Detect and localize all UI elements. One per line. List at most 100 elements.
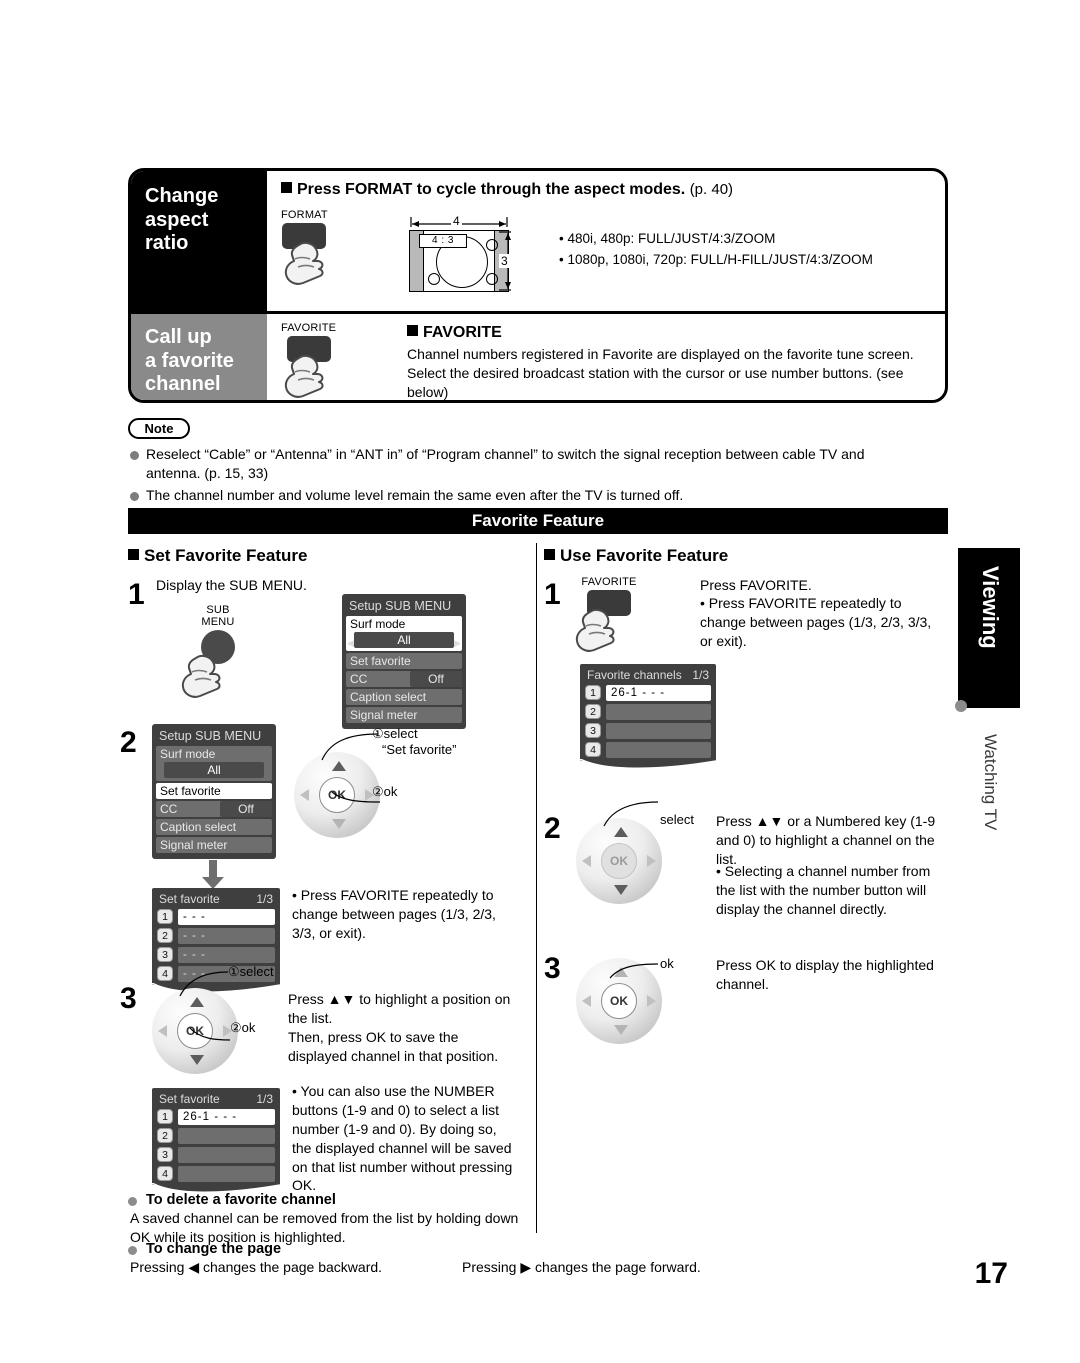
favlist-row[interactable]: 4 xyxy=(157,1166,275,1182)
favlist-row-value: - - - xyxy=(178,909,275,925)
aspect-heading: Press FORMAT to cycle through the aspect… xyxy=(281,181,733,199)
favlist-row[interactable]: 1 26-1 - - - xyxy=(585,685,711,701)
menu-item-label: Set favorite xyxy=(350,654,411,668)
favlist-title-text: Favorite channels xyxy=(587,668,682,682)
callout-leader-line xyxy=(602,796,660,833)
side-tab-subtitle: Watching TV xyxy=(981,734,1000,831)
favlist-row[interactable]: 2 xyxy=(157,1128,275,1144)
section-banner: Favorite Feature xyxy=(128,508,948,534)
left-step2-callout-ok: ②ok xyxy=(372,784,398,799)
left-step2-callout-select: ①select xyxy=(372,726,418,741)
height-dimension-label: 3 xyxy=(499,254,510,268)
aspect-ratio-row: Change aspect ratio Press FORMAT to cycl… xyxy=(131,171,945,311)
set-favorite-heading-text: Set Favorite Feature xyxy=(144,546,308,565)
dpad-left-icon[interactable] xyxy=(300,789,309,801)
favlist-page: 1/3 xyxy=(256,892,273,906)
favlist-row[interactable]: 3 - - - xyxy=(157,947,275,963)
favlist-page: 1/3 xyxy=(692,668,709,682)
favlist-row[interactable]: 4 xyxy=(585,742,711,758)
dpad-right-icon[interactable] xyxy=(647,995,656,1007)
dpad-down-icon[interactable] xyxy=(614,1025,628,1035)
callout-leader-line xyxy=(188,1026,232,1047)
dpad-right-icon[interactable] xyxy=(647,855,656,867)
surf-mode-value[interactable]: ◀ All ▶ xyxy=(347,632,461,648)
use-favorite-heading: Use Favorite Feature xyxy=(544,546,728,566)
column-divider xyxy=(536,543,537,1233)
surf-mode-value-text: All xyxy=(397,633,411,647)
dpad-left-icon[interactable] xyxy=(582,855,591,867)
square-bullet-icon xyxy=(281,182,292,193)
favlist-title-text: Set favorite xyxy=(159,892,220,906)
aspect-heading-text: Press FORMAT to cycle through the aspect… xyxy=(297,181,686,198)
favlist-row[interactable]: 2 xyxy=(585,704,711,720)
favlist-row-number: 4 xyxy=(585,742,601,757)
use-favorite-heading-text: Use Favorite Feature xyxy=(560,546,729,565)
menu-item-cc[interactable]: CC Off xyxy=(156,801,272,817)
surf-mode-value[interactable]: All xyxy=(164,762,264,778)
left-step3-note: • You can also use the NUMBER buttons (1… xyxy=(292,1083,513,1194)
menu-item-cc[interactable]: CC Off xyxy=(346,671,462,687)
menu-item-signal-meter[interactable]: Signal meter xyxy=(346,707,462,723)
dpad-left-icon[interactable] xyxy=(158,1025,167,1037)
aspect-mode-list: • 480i, 480p: FULL/JUST/4:3/ZOOM • 1080p… xyxy=(559,229,873,271)
menu-item-signal-meter[interactable]: Signal meter xyxy=(156,837,272,853)
manual-page: Change aspect ratio Press FORMAT to cycl… xyxy=(0,0,1080,1363)
square-bullet-icon xyxy=(128,549,139,560)
favlist-row[interactable]: 2 - - - xyxy=(157,928,275,944)
delete-favorite-heading: To delete a favorite channel xyxy=(128,1192,336,1208)
aspect-ratio-tag: 4 : 3 xyxy=(419,234,467,248)
setup-sub-menu-step1: Setup SUB MENU Surf mode ◀ All ▶ Set fav… xyxy=(342,594,466,729)
favlist-row-number: 4 xyxy=(157,966,173,981)
favlist-row[interactable]: 3 xyxy=(157,1147,275,1163)
favlist-row-value: 26-1 - - - xyxy=(606,685,711,701)
favlist-title: Set favorite 1/3 xyxy=(157,1092,275,1109)
menu-item-value: Off xyxy=(220,801,272,817)
surf-mode-label: Surf mode xyxy=(160,747,216,761)
torn-edge-decoration xyxy=(579,758,717,770)
side-tab-subsection: Watching TV xyxy=(958,720,1020,940)
setup-sub-menu-step2: Setup SUB MENU Surf mode All Set favorit… xyxy=(152,724,276,859)
format-button-caption: FORMAT xyxy=(281,209,328,221)
dpad-down-icon[interactable] xyxy=(190,1055,204,1065)
callout-leader-line xyxy=(178,966,230,1003)
dpad-down-icon[interactable] xyxy=(332,819,346,829)
right-step2-callout-select: select xyxy=(660,812,694,827)
favorite-channels-list: Favorite channels 1/3 1 26-1 - - - 2 3 4 xyxy=(579,664,717,769)
favlist-row-value xyxy=(178,1128,275,1144)
menu-title: Setup SUB MENU xyxy=(159,729,262,743)
right-step1-text: Press FAVORITE. xyxy=(700,577,812,593)
left-step-2-number: 2 xyxy=(120,726,137,759)
sub-menu-button-caption-line1: SUB xyxy=(206,604,230,616)
aspect-ratio-label: Change aspect ratio xyxy=(131,171,267,311)
menu-item-caption-select[interactable]: Caption select xyxy=(346,689,462,705)
favorite-body-text: Channel numbers registered in Favorite a… xyxy=(407,346,914,400)
top-feature-panel: Change aspect ratio Press FORMAT to cycl… xyxy=(128,168,948,403)
ok-button[interactable]: OK xyxy=(601,843,637,879)
aspect-mode-line-2: • 1080p, 1080i, 720p: FULL/H-FILL/JUST/4… xyxy=(559,251,873,267)
favlist-row[interactable]: 1 26-1 - - - xyxy=(157,1109,275,1125)
menu-item-set-favorite[interactable]: Set favorite xyxy=(156,783,272,799)
tv-screen-outline: 4 : 3 xyxy=(409,230,509,292)
favorite-button-illustration-right: FAVORITE xyxy=(575,576,640,652)
menu-item-set-favorite[interactable]: Set favorite xyxy=(346,653,462,669)
favlist-row[interactable]: 3 xyxy=(585,723,711,739)
page-number: 17 xyxy=(974,1257,1008,1290)
surf-mode-value-text: All xyxy=(207,763,221,777)
menu-item-label: Signal meter xyxy=(350,708,418,722)
right-step-1-number: 1 xyxy=(544,578,561,611)
favlist-row[interactable]: 1 - - - xyxy=(157,909,275,925)
height-dimension: 3 xyxy=(497,230,513,292)
menu-item-label: CC xyxy=(160,802,178,816)
right-step1-note: • Press FAVORITE repeatedly to change be… xyxy=(700,595,932,649)
favlist-title-text: Set favorite xyxy=(159,1092,220,1106)
pointing-hand-icon xyxy=(180,650,226,702)
dpad-left-icon[interactable] xyxy=(582,995,591,1007)
ok-button[interactable]: OK xyxy=(601,983,637,1019)
chevron-right-icon: ▶ xyxy=(454,638,461,648)
favlist-row-value: - - - xyxy=(178,947,275,963)
menu-item-label: Caption select xyxy=(350,690,427,704)
favlist-row-number: 3 xyxy=(585,723,601,738)
favorite-button-caption: FAVORITE xyxy=(581,576,637,588)
menu-item-caption-select[interactable]: Caption select xyxy=(156,819,272,835)
dpad-down-icon[interactable] xyxy=(614,885,628,895)
